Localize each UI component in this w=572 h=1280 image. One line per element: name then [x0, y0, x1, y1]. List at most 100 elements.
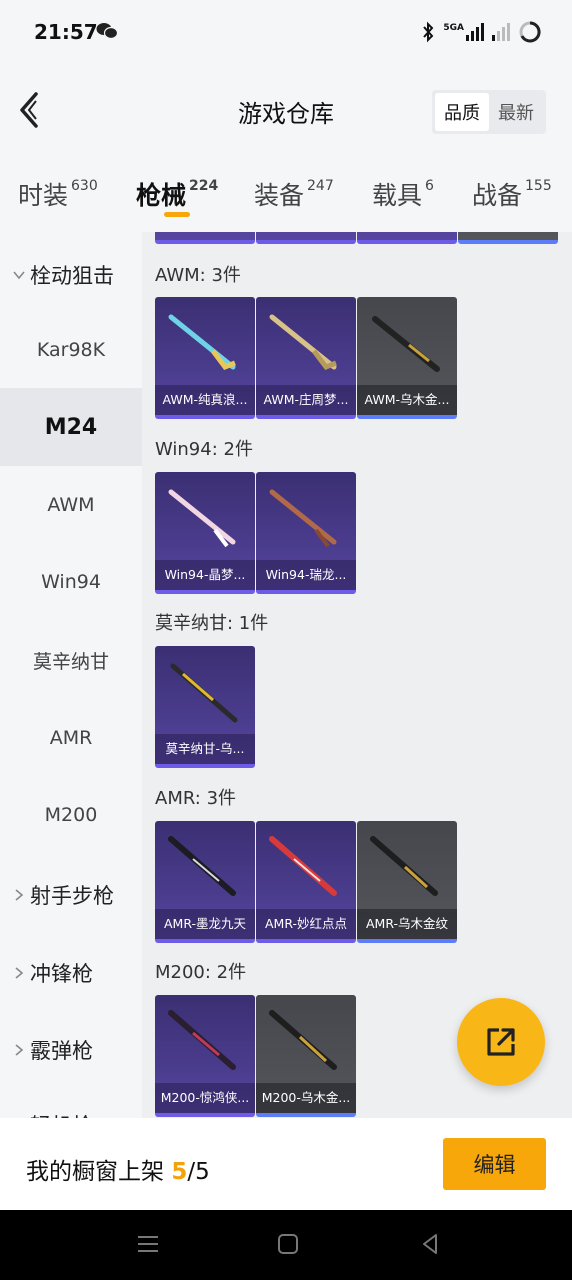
rifle-icon [269, 836, 337, 896]
rifle-icon [170, 663, 238, 723]
sidebar-item-m200[interactable]: M200 [0, 776, 142, 854]
battery-icon [519, 21, 541, 43]
weapon-card-label: AMR-墨龙九天 [155, 909, 255, 939]
section-title-amr: AMR: 3件 [155, 788, 237, 809]
weapon-list: AWM: 3件 AWM-纯真浪... AWM-庄周梦... AWM-乌木金...… [142, 232, 572, 1118]
weapon-card-partial[interactable] [357, 232, 457, 244]
weapon-card-partial[interactable] [256, 232, 356, 244]
showcase-status: 我的橱窗上架 5/5 [26, 1152, 210, 1186]
menu-icon[interactable] [134, 1230, 162, 1258]
header: 游戏仓库 品质 最新 [0, 66, 572, 156]
rifle-icon [168, 314, 236, 371]
weapon-card-label: M200-惊鸿侠... [155, 1083, 255, 1113]
weapon-card[interactable]: AMR-妙红点点 [256, 821, 356, 943]
weapon-card[interactable]: Win94-晶梦... [155, 472, 255, 594]
system-nav-bar [0, 1210, 572, 1280]
weapon-card-label: AWM-纯真浪... [155, 385, 255, 415]
tab-count: 247 [307, 178, 334, 194]
tab-weapons[interactable]: 枪械 224 [136, 176, 218, 212]
weapon-card-label: AWM-乌木金... [357, 385, 457, 415]
sidebar-group-lmg[interactable]: 轻机枪 [12, 1110, 93, 1118]
weapon-card[interactable]: AWM-纯真浪... [155, 297, 255, 419]
weapon-card-label: AMR-妙红点点 [256, 909, 356, 939]
share-button[interactable] [457, 998, 545, 1086]
home-icon[interactable] [274, 1230, 302, 1258]
weapon-card-label: 莫辛纳甘-乌... [155, 734, 255, 764]
tab-equipment[interactable]: 装备 247 [254, 176, 334, 212]
section-title-awm: AWM: 3件 [155, 265, 241, 286]
wechat-icon [96, 23, 118, 40]
weapon-card-label: M200-乌木金... [256, 1083, 356, 1113]
sidebar-group-label: 冲锋枪 [30, 962, 93, 986]
sidebar-group-marksman[interactable]: 射手步枪 [12, 880, 114, 910]
signal-5g-icon: 5GA [443, 23, 484, 41]
weapon-card-label: Win94-瑞龙... [256, 560, 356, 590]
sidebar-group-label: 霰弹枪 [30, 1039, 93, 1063]
bluetooth-icon [423, 21, 434, 43]
rifle-icon [372, 316, 440, 372]
rifle-icon [269, 314, 337, 371]
rifle-icon [269, 1010, 337, 1070]
rifle-icon [168, 489, 236, 548]
weapon-card-partial[interactable] [155, 232, 255, 244]
sidebar-group-label: 栓动狙击 [30, 264, 114, 288]
sidebar-group-shotgun[interactable]: 霰弹枪 [12, 1035, 93, 1065]
status-icons: 5GA [421, 20, 542, 44]
rifle-icon [168, 1010, 236, 1070]
weapon-card[interactable]: M200-惊鸿侠... [155, 995, 255, 1117]
tab-count: 6 [425, 178, 434, 194]
showcase-label: 我的橱窗上架 [26, 1159, 164, 1185]
weapon-card[interactable]: AWM-庄周梦... [256, 297, 356, 419]
sort-toggle: 品质 最新 [432, 90, 546, 134]
sidebar-group-label: 轻机枪 [30, 1110, 93, 1118]
sort-quality-button[interactable]: 品质 [435, 93, 489, 131]
active-tab-indicator [164, 212, 190, 217]
sidebar-item-m24[interactable]: M24 [0, 388, 142, 466]
tab-combat-prep[interactable]: 战备 155 [472, 176, 552, 212]
weapon-card-partial[interactable] [458, 232, 558, 244]
section-title-mosin: 莫辛纳甘: 1件 [155, 613, 269, 634]
sidebar-group-bolt-sniper[interactable]: 栓动狙击 [12, 260, 114, 290]
tab-label: 枪械 [136, 181, 187, 210]
sidebar-group-label: 射手步枪 [30, 884, 114, 908]
weapon-card-label: Win94-晶梦... [155, 560, 255, 590]
sidebar-item-win94[interactable]: Win94 [0, 543, 142, 621]
tab-count: 224 [189, 178, 219, 194]
weapon-card[interactable]: 莫辛纳甘-乌... [155, 646, 255, 768]
chevron-right-icon [15, 889, 24, 901]
weapon-card[interactable]: AMR-乌木金纹 [357, 821, 457, 943]
sidebar-item-kar98k[interactable]: Kar98K [0, 311, 142, 389]
weapon-card[interactable]: Win94-瑞龙... [256, 472, 356, 594]
chevron-right-icon [15, 1044, 24, 1056]
sidebar-item-awm[interactable]: AWM [0, 466, 142, 544]
status-bar: 21:57 5GA [0, 0, 572, 66]
weapon-card[interactable]: AMR-墨龙九天 [155, 821, 255, 943]
sidebar-item-mosin[interactable]: 莫辛纳甘 [0, 621, 142, 699]
weapon-card[interactable]: AWM-乌木金... [357, 297, 457, 419]
back-nav-icon[interactable] [416, 1230, 444, 1258]
sidebar: 栓动狙击 Kar98K M24 AWM Win94 莫辛纳甘 AMR M200 … [0, 232, 142, 1118]
tab-count: 155 [525, 178, 552, 194]
status-time: 21:57 [34, 20, 98, 44]
showcase-total: /5 [187, 1159, 210, 1185]
sort-newest-button[interactable]: 最新 [489, 93, 543, 131]
chevron-right-icon [15, 967, 24, 979]
tab-count: 630 [71, 178, 98, 194]
weapon-card-label: AMR-乌木金纹 [357, 909, 457, 939]
tab-label: 时装 [18, 181, 69, 210]
tab-outfit[interactable]: 时装 630 [18, 176, 98, 212]
weapon-card[interactable]: M200-乌木金... [256, 995, 356, 1117]
edit-button[interactable]: 编辑 [443, 1138, 546, 1190]
showcase-count: 5 [171, 1159, 188, 1185]
sidebar-item-amr[interactable]: AMR [0, 699, 142, 777]
share-icon [487, 1028, 515, 1056]
category-tabs: 时装 630 枪械 224 装备 247 载具 6 战备 155 [0, 156, 572, 232]
weapon-card-label: AWM-庄周梦... [256, 385, 356, 415]
showcase-bar: 我的橱窗上架 5/5 编辑 [0, 1118, 572, 1210]
section-title-m200: M200: 2件 [155, 962, 247, 983]
signal-icon [492, 23, 510, 41]
sidebar-group-smg[interactable]: 冲锋枪 [12, 958, 93, 988]
chevron-down-icon [13, 271, 25, 280]
tab-vehicles[interactable]: 载具 6 [372, 176, 434, 212]
rifle-icon [168, 836, 236, 896]
